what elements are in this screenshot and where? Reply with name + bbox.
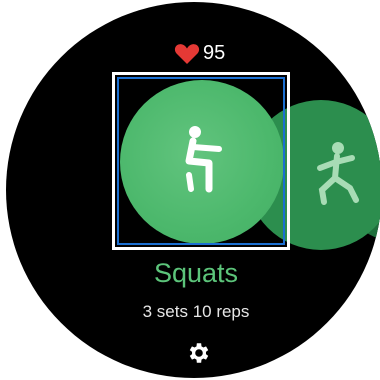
- watch-face: 95 Squats 3 sets 10 reps: [6, 2, 380, 378]
- gear-icon: [186, 343, 212, 370]
- exercise-sets-reps: 3 sets 10 reps: [142, 302, 250, 321]
- heart-icon: [174, 43, 200, 65]
- settings-button[interactable]: [186, 340, 212, 366]
- heart-rate-value: 95: [203, 42, 226, 64]
- heart-rate: 95: [174, 42, 225, 65]
- selection-focus-frame: [112, 72, 290, 250]
- screen: 95 Squats 3 sets 10 reps: [0, 0, 380, 380]
- exercise-name: Squats: [153, 258, 239, 288]
- lunge-figure-icon: [306, 138, 366, 213]
